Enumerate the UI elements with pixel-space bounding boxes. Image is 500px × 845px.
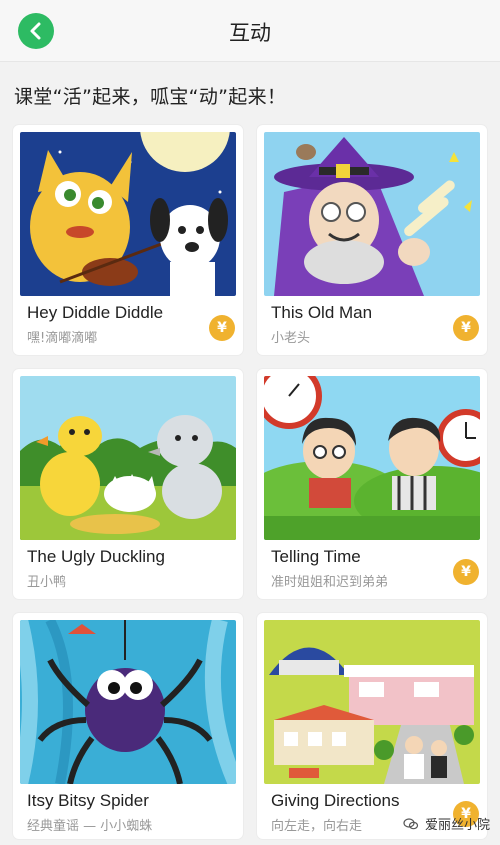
page-title: 互动 [229, 21, 271, 45]
card-title: Itsy Bitsy Spider [27, 791, 149, 810]
card-this-old-man[interactable]: This Old Man 小老头 ¥ [257, 125, 487, 355]
card-thumbnail [264, 132, 480, 296]
card-subtitle: 小老头 [271, 331, 311, 346]
watermark: 爱丽丝小院 [403, 814, 490, 833]
card-title: Telling Time [271, 547, 361, 566]
card-thumbnail [264, 620, 480, 784]
coin-icon: ¥ [453, 315, 479, 341]
coin-icon: ¥ [209, 315, 235, 341]
watermark-text: 爱丽丝小院 [424, 818, 490, 833]
card-thumbnail [264, 376, 480, 540]
card-title: The Ugly Duckling [27, 547, 165, 566]
nav-bar: 互动 [0, 0, 500, 62]
coin-icon: ¥ [453, 559, 479, 585]
section-subtitle: 课堂“活”起来，呱宝“动”起来！ [14, 86, 287, 108]
card-thumbnail [20, 376, 236, 540]
card-itsy-bitsy-spider[interactable]: Itsy Bitsy Spider 经典童谣 — 小小蜘蛛 [13, 613, 243, 839]
card-the-ugly-duckling[interactable]: The Ugly Duckling 丑小鸭 [13, 369, 243, 599]
card-title: Hey Diddle Diddle [27, 303, 164, 322]
card-telling-time[interactable]: Telling Time 准时姐姐和迟到弟弟 ¥ [257, 369, 487, 599]
card-subtitle: 准时姐姐和迟到弟弟 [271, 575, 389, 590]
card-subtitle: 经典童谣 — 小小蜘蛛 [27, 819, 153, 834]
card-title: This Old Man [271, 303, 373, 322]
card-thumbnail [20, 132, 236, 296]
card-hey-diddle-diddle[interactable]: Hey Diddle Diddle 嘿!滴嘟滴嘟 ¥ [13, 125, 243, 355]
card-subtitle: 丑小鸭 [27, 575, 67, 590]
card-thumbnail [20, 620, 236, 784]
card-giving-directions[interactable]: Giving Directions 向左走，向右走 ¥ [257, 613, 487, 839]
card-title: Giving Directions [271, 791, 400, 810]
wechat-icon [403, 817, 419, 829]
card-subtitle: 向左走，向右走 [271, 819, 363, 834]
card-subtitle: 嘿!滴嘟滴嘟 [27, 331, 98, 346]
